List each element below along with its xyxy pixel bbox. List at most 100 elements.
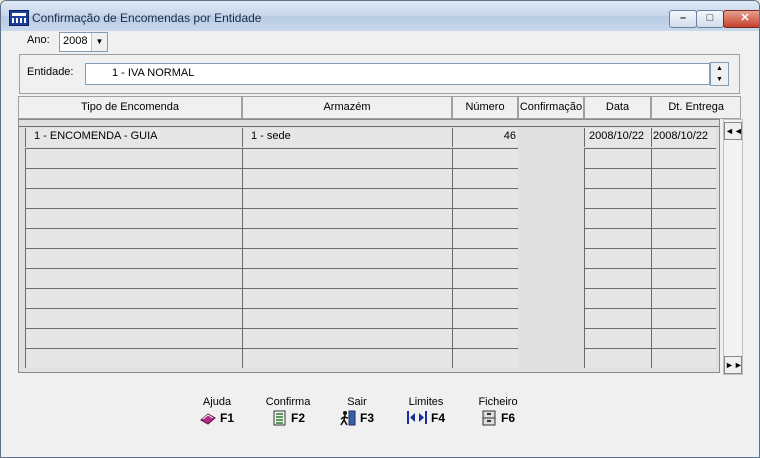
exit-button[interactable]: Sair F3 [335,396,379,426]
file-key: F6 [500,410,515,425]
entidade-spinner[interactable]: ▲ ▼ [710,62,729,86]
empty-cell[interactable] [651,228,716,248]
file-cabinet-icon [481,410,497,426]
spin-down-icon[interactable]: ▼ [711,74,728,85]
column-header-entrega[interactable]: Dt. Entrega [651,96,741,119]
column-header-tipo[interactable]: Tipo de Encomenda [18,96,242,119]
entidade-label: Entidade: [27,66,74,78]
empty-cell[interactable] [452,168,518,188]
empty-cell[interactable] [242,208,452,228]
empty-cell[interactable] [651,328,716,348]
grid-line [19,126,719,127]
orders-grid[interactable]: 1 - ENCOMENDA - GUIA 1 - sede 46 2008/10… [18,119,720,373]
file-label: Ficheiro [478,396,518,408]
empty-cell[interactable] [452,308,518,328]
empty-cell[interactable] [584,268,651,288]
empty-cell[interactable] [584,348,651,368]
empty-cell[interactable] [242,348,452,368]
empty-cell[interactable] [651,288,716,308]
close-button[interactable]: ✕ [723,10,759,28]
empty-cell[interactable] [452,328,518,348]
empty-cell[interactable] [651,348,716,368]
column-header-entrega-label: Dt. Entrega [668,101,724,113]
confirm-button[interactable]: Confirma F2 [263,396,313,426]
empty-cell[interactable] [25,168,242,188]
empty-cell[interactable] [452,208,518,228]
empty-cell[interactable] [651,188,716,208]
empty-cell[interactable] [242,228,452,248]
empty-cell[interactable] [584,328,651,348]
empty-cell[interactable] [584,288,651,308]
entidade-field[interactable]: 1 - IVA NORMAL [85,63,710,85]
empty-cell[interactable] [452,288,518,308]
help-key: F1 [219,410,234,425]
empty-cell[interactable] [651,208,716,228]
empty-cell[interactable] [651,308,716,328]
column-header-data[interactable]: Data [584,96,651,119]
cell-entrega[interactable]: 2008/10/22 [651,128,716,147]
empty-cell[interactable] [584,148,651,168]
empty-cell[interactable] [651,268,716,288]
empty-cell[interactable] [584,208,651,228]
empty-cell[interactable] [25,248,242,268]
empty-cell[interactable] [242,168,452,188]
empty-cell[interactable] [584,168,651,188]
empty-cell[interactable] [25,188,242,208]
empty-cell[interactable] [584,188,651,208]
cell-numero[interactable]: 46 [452,128,518,147]
spin-up-icon[interactable]: ▲ [711,63,728,74]
empty-cell[interactable] [452,148,518,168]
minimize-button[interactable]: – [669,10,697,28]
empty-cell[interactable] [452,188,518,208]
maximize-button[interactable]: □ [696,10,724,28]
help-button[interactable]: Ajuda F1 [197,396,237,425]
empty-cell[interactable] [25,288,242,308]
empty-cell[interactable] [25,308,242,328]
cell-data[interactable]: 2008/10/22 [584,128,651,147]
empty-cell[interactable] [584,228,651,248]
empty-cell[interactable] [452,348,518,368]
chevron-down-icon[interactable]: ▼ [91,33,107,51]
empty-cell[interactable] [25,148,242,168]
vertical-scrollbar[interactable]: ◄◄ ►► [723,119,743,375]
empty-cell[interactable] [242,148,452,168]
grid-header: Tipo de Encomenda Armazém Número Confirm… [18,96,741,119]
empty-cell[interactable] [452,248,518,268]
help-book-icon [200,410,216,425]
empty-cell[interactable] [25,208,242,228]
empty-cell[interactable] [242,268,452,288]
empty-cell[interactable] [25,268,242,288]
empty-cell[interactable] [651,168,716,188]
empty-cell[interactable] [25,328,242,348]
exit-icon [340,410,356,426]
limits-icon [406,410,427,425]
column-header-confirmacao[interactable]: Confirmação [518,96,584,119]
empty-cell[interactable] [242,288,452,308]
empty-cell[interactable] [584,308,651,328]
entidade-value: 1 - IVA NORMAL [112,67,195,79]
scroll-last-icon[interactable]: ►► [724,356,743,374]
empty-cell[interactable] [25,228,242,248]
cell-tipo[interactable]: 1 - ENCOMENDA - GUIA [25,128,242,147]
empty-cell[interactable] [651,248,716,268]
file-button[interactable]: Ficheiro F6 [475,396,521,426]
empty-cell[interactable] [651,148,716,168]
scroll-first-icon[interactable]: ◄◄ [724,122,743,140]
column-header-numero[interactable]: Número [452,96,518,119]
empty-cell[interactable] [242,328,452,348]
empty-cell[interactable] [452,268,518,288]
limits-button[interactable]: Limites F4 [403,396,449,425]
empty-cell[interactable] [584,248,651,268]
cell-armazem[interactable]: 1 - sede [242,128,452,147]
empty-cell[interactable] [452,228,518,248]
empty-cell[interactable] [242,308,452,328]
app-icon [9,10,29,26]
ano-select[interactable]: 2008 ▼ [59,32,108,52]
column-header-armazem[interactable]: Armazém [242,96,452,119]
empty-cell[interactable] [242,188,452,208]
cell-entrega-text: 2008/10/22 [653,130,709,142]
title-bar: Confirmação de Encomendas por Entidade –… [1,1,759,31]
main-window: Confirmação de Encomendas por Entidade –… [0,0,760,458]
empty-cell[interactable] [242,248,452,268]
empty-cell[interactable] [25,348,242,368]
